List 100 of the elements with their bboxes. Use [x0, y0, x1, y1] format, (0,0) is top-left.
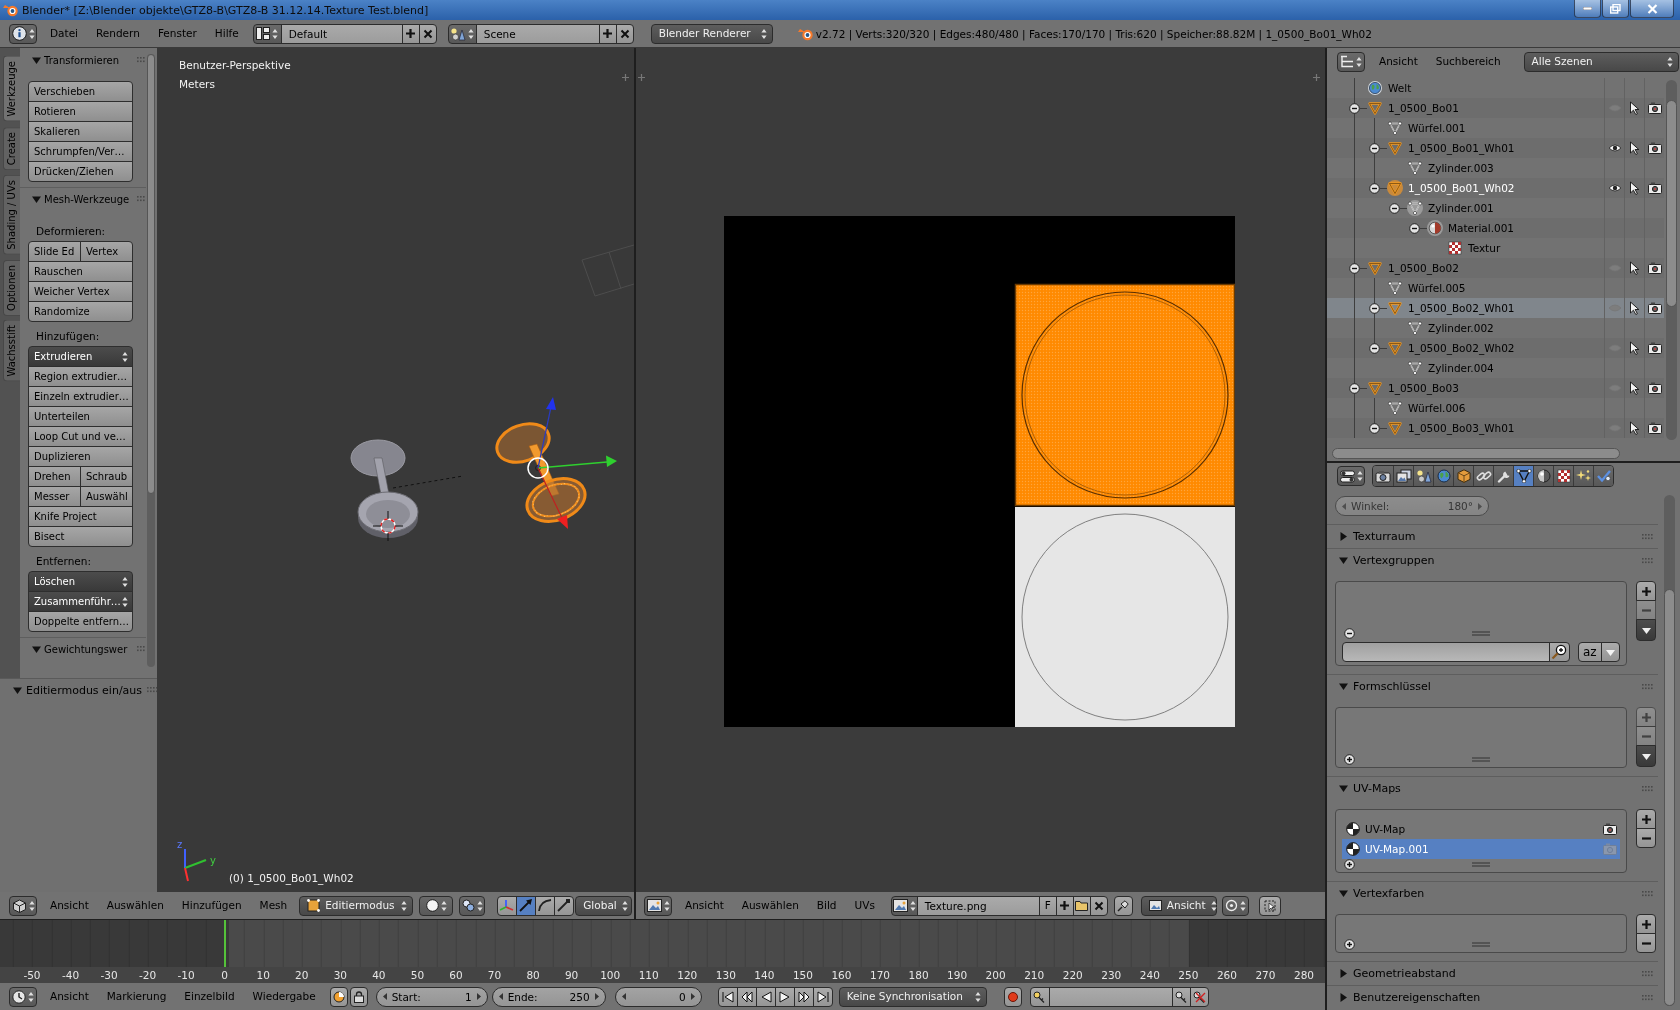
- tool-button[interactable]: Rotieren: [28, 101, 133, 122]
- add-button[interactable]: [598, 23, 617, 44]
- current-frame-line[interactable]: [223, 920, 226, 967]
- menu-item[interactable]: Ansicht: [676, 895, 733, 916]
- panel-title[interactable]: Editiermodus ein/aus: [26, 683, 143, 697]
- scrollbar[interactable]: [1664, 495, 1675, 1006]
- record-button[interactable]: [1003, 986, 1022, 1007]
- end-frame-field[interactable]: Ende: 250: [491, 986, 606, 1007]
- playback-button[interactable]: [793, 986, 814, 1007]
- menu-item[interactable]: Bild: [807, 895, 846, 916]
- image-name-field[interactable]: Texture.png: [916, 895, 1040, 916]
- mode-dropdown[interactable]: Editiermodus: [299, 895, 414, 916]
- tool-button[interactable]: Randomize: [28, 301, 133, 322]
- minimize-button[interactable]: [1574, 0, 1601, 18]
- editor-type-button[interactable]: [644, 895, 672, 916]
- list-row[interactable]: UV-Map.001: [1342, 839, 1620, 859]
- search-button[interactable]: [1548, 642, 1570, 662]
- add-button[interactable]: [401, 23, 420, 44]
- menu-item[interactable]: Markierung: [97, 986, 176, 1007]
- tool-button[interactable]: Knife Project: [28, 506, 133, 527]
- menu-item[interactable]: Datei: [41, 23, 87, 44]
- context-tab[interactable]: [1393, 466, 1413, 486]
- keying-button[interactable]: [329, 986, 348, 1007]
- sync-mode-dropdown[interactable]: Keine Synchronisation: [838, 986, 987, 1007]
- panel-title[interactable]: Geometrieabstand: [1353, 967, 1456, 980]
- context-tab[interactable]: [1533, 466, 1553, 486]
- remove-button[interactable]: [1636, 600, 1656, 620]
- playback-button[interactable]: [755, 986, 776, 1007]
- menu-item[interactable]: Ansicht: [1370, 51, 1427, 72]
- add-button[interactable]: [1636, 809, 1656, 829]
- filter-field[interactable]: [1342, 642, 1550, 662]
- tool-button[interactable]: Loop Cut und ve…: [28, 426, 133, 447]
- remove-button[interactable]: [1636, 828, 1656, 848]
- menu-item[interactable]: Wiedergabe: [243, 986, 325, 1007]
- sort-options-dropdown[interactable]: [1600, 642, 1620, 662]
- menu-item[interactable]: Fenster: [148, 23, 206, 44]
- tool-button[interactable]: Schrumpfen/Ver…: [28, 141, 133, 162]
- panel-title[interactable]: Vertexfarben: [1353, 887, 1425, 900]
- context-tab[interactable]: [1493, 466, 1513, 486]
- context-tab[interactable]: [1413, 466, 1433, 486]
- tool-button[interactable]: Drücken/Ziehen: [28, 161, 133, 182]
- view-mode-dropdown[interactable]: Ansicht: [1140, 895, 1217, 916]
- playback-button[interactable]: [717, 986, 738, 1007]
- tool-button[interactable]: Skalieren: [28, 121, 133, 142]
- panel-title[interactable]: Formschlüssel: [1353, 680, 1431, 693]
- delete-keyframe-button[interactable]: [1189, 986, 1209, 1007]
- tool-tab[interactable]: Shading / UVs: [3, 174, 20, 255]
- menu-item[interactable]: Hilfe: [205, 23, 248, 44]
- tool-button[interactable]: Region extrudier…: [28, 366, 133, 387]
- editor-type-button[interactable]: [1337, 51, 1365, 72]
- expand-region-button[interactable]: [638, 74, 645, 81]
- 3d-viewport[interactable]: Benutzer-Perspektive Meters z y (0) 1_0500_Bo01_Wh02: [157, 48, 634, 892]
- context-tab[interactable]: [1573, 466, 1593, 486]
- new-image-button[interactable]: [1055, 895, 1074, 916]
- manipulator-button[interactable]: [535, 895, 556, 916]
- outliner-row[interactable]: 1_0500_Bo02: [1327, 258, 1664, 278]
- remove-button[interactable]: [1636, 933, 1656, 953]
- playback-button[interactable]: [812, 986, 833, 1007]
- menu-item[interactable]: Ansicht: [41, 986, 98, 1007]
- orientation-dropdown[interactable]: Global: [575, 895, 633, 916]
- outliner-row[interactable]: 1_0500_Bo03_Wh01: [1327, 418, 1664, 438]
- keying-set-field[interactable]: [1048, 986, 1173, 1007]
- outliner-row[interactable]: 1_0500_Bo02_Wh02: [1327, 338, 1664, 358]
- menu-item[interactable]: UVs: [845, 895, 884, 916]
- tool-button[interactable]: Schraub: [80, 466, 133, 487]
- tool-button[interactable]: Unterteilen: [28, 406, 133, 427]
- panel-title[interactable]: Mesh-Werkzeuge: [44, 193, 130, 205]
- editor-type-button[interactable]: [1337, 466, 1365, 486]
- outliner-row[interactable]: 1_0500_Bo01_Wh02: [1327, 178, 1664, 198]
- panel-title[interactable]: Benutzereigenschaften: [1353, 991, 1481, 1004]
- menu-item[interactable]: Mesh: [250, 895, 297, 916]
- dropdown-menu[interactable]: Zusammenführ…: [28, 591, 133, 612]
- context-tab[interactable]: [1553, 466, 1573, 486]
- tool-tab[interactable]: Werkzeuge: [3, 56, 20, 122]
- add-button[interactable]: [1636, 581, 1656, 601]
- scrollbar[interactable]: [1666, 80, 1677, 440]
- context-tab[interactable]: [1513, 466, 1533, 486]
- menu-item[interactable]: Suchbereich: [1426, 51, 1510, 72]
- outliner-row[interactable]: Material.001: [1327, 218, 1664, 238]
- add-button[interactable]: [1636, 707, 1656, 727]
- layout-browse-button[interactable]: [252, 23, 282, 44]
- manipulator-button[interactable]: [497, 895, 518, 916]
- tool-button[interactable]: Einzeln extrudier…: [28, 386, 133, 407]
- pivot-dropdown[interactable]: [1221, 895, 1249, 916]
- fake-user-button[interactable]: F: [1038, 895, 1057, 916]
- tool-button[interactable]: Vertex: [80, 241, 133, 262]
- specials-menu-button[interactable]: [1636, 745, 1656, 767]
- remove-button[interactable]: [1636, 726, 1656, 746]
- unlink-button[interactable]: [1089, 895, 1108, 916]
- tool-button[interactable]: Rauschen: [28, 261, 133, 282]
- context-tab[interactable]: [1453, 466, 1473, 486]
- menu-item[interactable]: Auswählen: [732, 895, 808, 916]
- dropdown-menu[interactable]: Löschen: [28, 571, 133, 592]
- panel-title[interactable]: Gewichtungswer: [44, 643, 128, 655]
- tool-button[interactable]: Duplizieren: [28, 446, 133, 467]
- menu-item[interactable]: Rendern: [87, 23, 149, 44]
- expand-region-button[interactable]: [622, 74, 629, 81]
- outliner-row[interactable]: 1_0500_Bo01: [1327, 98, 1664, 118]
- delete-button[interactable]: [615, 23, 634, 44]
- shading-dropdown[interactable]: [419, 895, 454, 916]
